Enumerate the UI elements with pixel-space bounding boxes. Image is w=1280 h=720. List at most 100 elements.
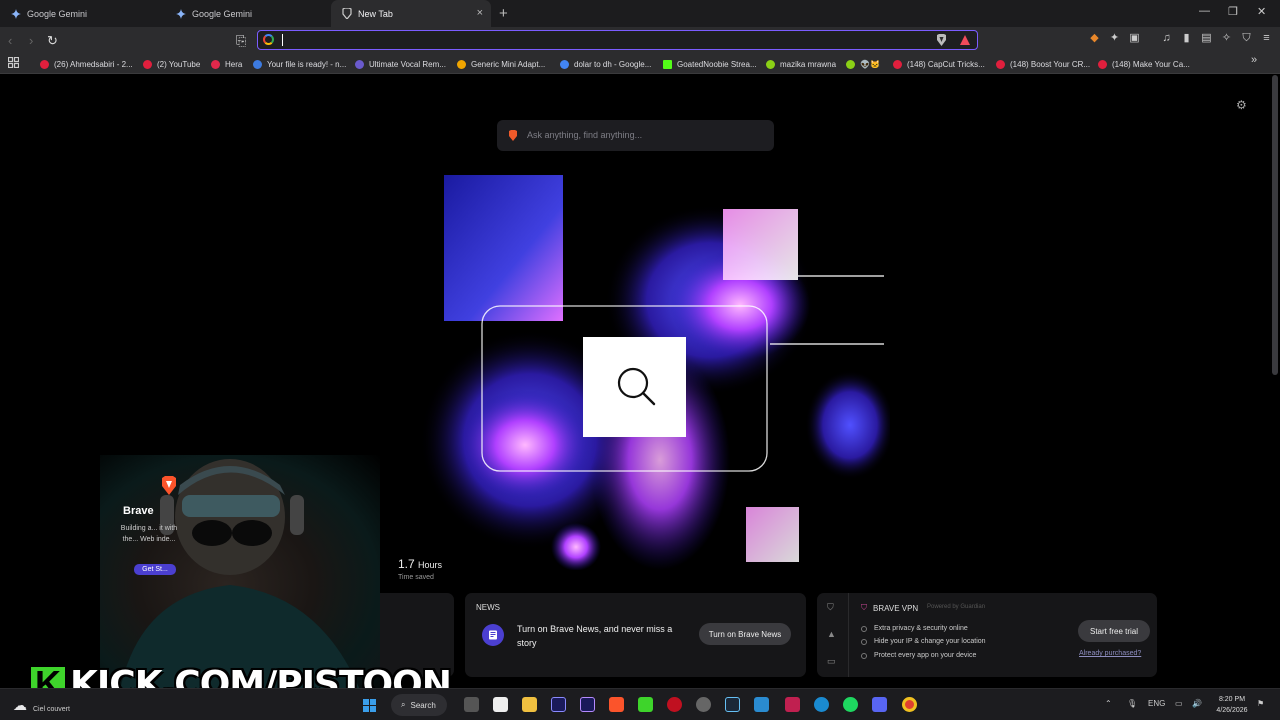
adapter-icon [457,59,466,69]
bookmark-item[interactable]: dolar to dh - Google... [560,57,651,71]
network-icon[interactable]: ▭ [1175,699,1183,708]
bookmark-item[interactable]: Generic Mini Adapt... [457,57,545,71]
taskbar-search[interactable]: ⌕ Search [391,694,447,716]
tab-new-tab[interactable]: New Tab × [331,0,491,27]
vpn-title: ⛉ BRAVE VPN [861,603,919,613]
file-icon [253,59,262,69]
bookmark-item[interactable]: 👽🐱 [846,57,880,71]
weather-cloud-icon[interactable]: ☁ [13,697,27,714]
reload-button[interactable]: ↻ [47,33,58,49]
bookmark-item[interactable]: (2) YouTube [143,57,200,71]
vpn-card: ⛉ ▲ ▭ ⛉ BRAVE VPN Powered by Guardian Ext… [817,593,1157,677]
brave-browser-icon[interactable] [609,697,624,712]
bookmark-item[interactable]: mazika mrawna [766,57,836,71]
menu-icon[interactable]: ≡ [1260,32,1273,45]
extension-icon[interactable]: ◆ [1088,32,1101,45]
app-icon[interactable] [667,697,682,712]
wallet-card-icon[interactable]: ▤ [1200,32,1213,45]
notifications-icon[interactable]: ⚑ [1257,699,1264,708]
extensions-puzzle-icon[interactable]: ✦ [1108,32,1121,45]
back-button[interactable]: ‹ [8,33,12,48]
minimize-button[interactable]: — [1199,5,1210,17]
vpn-feature: Hide your IP & change your location [861,638,986,645]
bookmark-item[interactable]: (26) Ahmedsabiri - 2... [40,57,133,71]
more-bookmarks-icon[interactable]: » [1251,54,1257,66]
app-icon[interactable] [638,697,653,712]
leo-ai-icon[interactable]: ✧ [1220,32,1233,45]
discord-icon[interactable] [872,697,887,712]
vpn-shield-icon[interactable]: ⛉ [1240,32,1253,45]
vpn-logo-icon: ⛉ [861,603,867,612]
bookmark-item[interactable]: (148) Make Your Ca... [1098,57,1190,71]
turn-on-news-button[interactable]: Turn on Brave News [699,623,791,645]
gear-icon[interactable]: ⚙ [1236,98,1247,112]
art-blob [460,390,590,500]
apps-grid-icon[interactable] [8,57,19,68]
news-card: NEWS Turn on Brave News, and never miss … [465,593,806,677]
hera-icon [211,59,220,69]
language-indicator[interactable]: ENG [1148,699,1165,708]
close-tab-icon[interactable]: × [477,7,483,19]
alien-icon [846,59,855,69]
clock[interactable]: 8:20 PM 4/26/2026 [1212,694,1252,716]
tab-google-gemini-1[interactable]: Google Gemini [0,0,165,27]
bookmark-item[interactable]: GoatedNoobie Strea... [663,57,757,71]
tab-strip: Google Gemini Google Gemini New Tab × + … [0,0,1280,27]
vpn-feature: Protect every app on your device [861,652,976,659]
brave-shields-icon[interactable] [936,34,947,46]
search-box[interactable]: Ask anything, find anything... [497,120,774,151]
chrome-icon[interactable] [902,697,917,712]
vpn-shield-icon[interactable]: ⛉ [827,602,834,613]
wallet-icon[interactable]: ▣ [1128,32,1141,45]
app-icon[interactable] [696,697,711,712]
vpn-powered-by: Powered by Guardian [927,604,986,610]
news-promo-text: Turn on Brave News, and never miss a sto… [517,624,673,648]
bookmark-item[interactable]: Your file is ready! - n... [253,57,346,71]
bookmark-item[interactable]: Ultimate Vocal Rem... [355,57,446,71]
vpn-feature: Extra privacy & security online [861,625,968,632]
new-tab-button[interactable]: + [499,5,508,22]
bookmark-item[interactable]: (148) CapCut Tricks... [893,57,985,71]
file-explorer-icon[interactable] [522,697,537,712]
brave-rewards-icon[interactable] [960,34,970,46]
alien-icon [766,59,775,69]
scrollbar[interactable] [1272,75,1278,375]
address-input[interactable] [280,33,880,47]
spotify-icon[interactable] [843,697,858,712]
rewards-icon[interactable]: ▲ [827,629,836,639]
address-bar[interactable] [257,30,978,50]
bookmark-page-icon[interactable]: ⎘ [236,33,246,49]
tab-google-gemini-2[interactable]: Google Gemini [165,0,330,27]
premiere-pro-icon[interactable] [551,697,566,712]
task-view-icon[interactable] [464,697,479,712]
after-effects-icon[interactable] [580,697,595,712]
app-icon[interactable] [493,697,508,712]
check-icon [861,652,867,659]
check-icon [861,625,867,632]
search-placeholder: Ask anything, find anything... [527,130,643,140]
already-purchased-link[interactable]: Already purchased? [1079,650,1141,657]
chevron-up-icon[interactable]: ⌃ [1105,699,1112,708]
start-free-trial-button[interactable]: Start free trial [1078,620,1150,642]
art-block [746,507,799,562]
sidebar-icon[interactable]: ▮ [1180,32,1193,45]
edge-icon[interactable] [814,697,829,712]
microphone-icon[interactable]: 🎙 [1127,699,1137,708]
bookmark-item[interactable]: (148) Boost Your CR... [996,57,1090,71]
weather-text[interactable]: Ciel couvert [33,706,70,713]
talk-icon[interactable]: ▭ [827,656,836,667]
media-icon[interactable]: ♫ [1160,32,1173,45]
search-icon: ⌕ [401,700,406,709]
brave-icon [509,130,517,141]
app-icon[interactable] [785,697,800,712]
volume-icon[interactable]: 🔊 [1192,699,1202,708]
close-window-button[interactable]: ✕ [1257,5,1266,18]
windows-start-icon[interactable] [363,699,376,712]
brave-logo-icon [162,476,176,495]
forward-button[interactable]: › [29,33,33,48]
steam-icon[interactable] [725,697,740,712]
text-caret [282,34,283,46]
notepad-icon[interactable] [754,697,769,712]
bookmark-item[interactable]: Hera [211,57,242,71]
restore-button[interactable]: ❐ [1228,5,1238,18]
